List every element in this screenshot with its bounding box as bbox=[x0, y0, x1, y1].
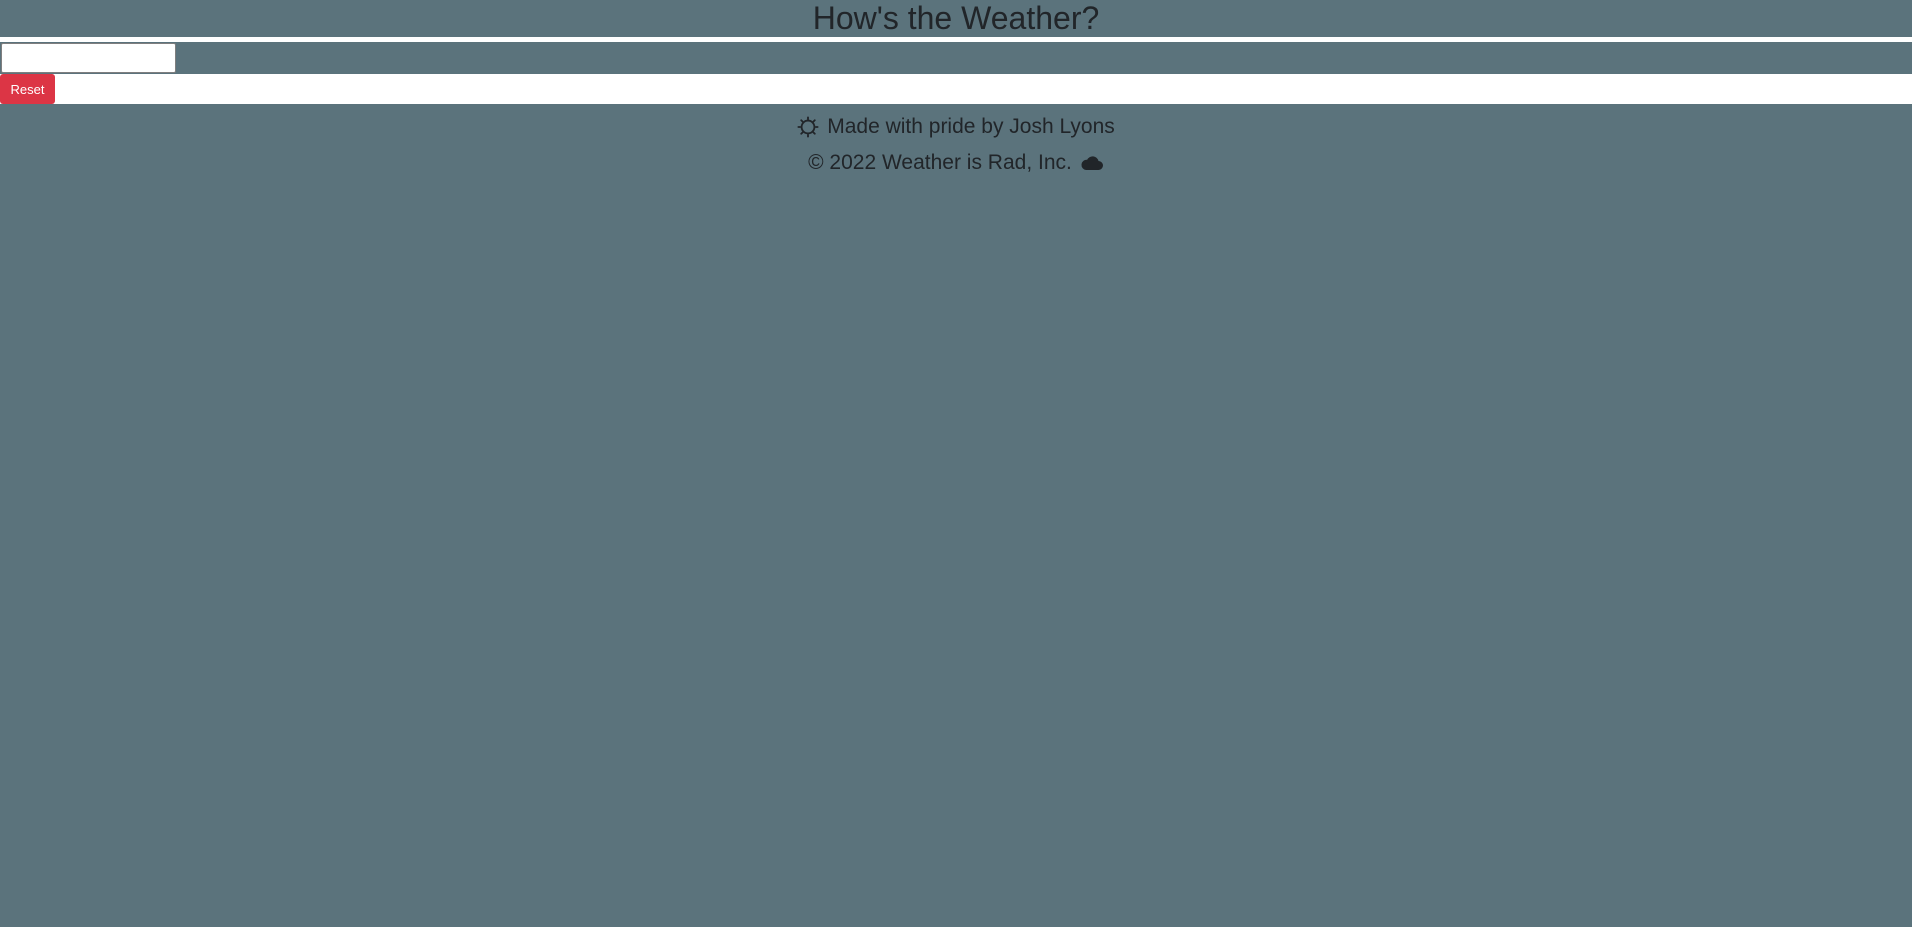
cloud-icon bbox=[1080, 153, 1104, 173]
search-button[interactable] bbox=[181, 49, 209, 67]
footer-copyright: © 2022 Weather is Rad, Inc. bbox=[0, 145, 1912, 181]
search-row bbox=[0, 42, 1912, 74]
footer-credit: Made with pride by Josh Lyons bbox=[0, 109, 1912, 145]
footer: Made with pride by Josh Lyons © 2022 Wea… bbox=[0, 104, 1912, 181]
search-input[interactable] bbox=[1, 43, 176, 73]
page-title: How's the Weather? bbox=[812, 0, 1100, 36]
credit-text: Made with pride by Josh Lyons bbox=[827, 115, 1115, 138]
copyright-text: © 2022 Weather is Rad, Inc. bbox=[808, 151, 1072, 174]
reset-button[interactable]: Reset bbox=[0, 74, 55, 104]
reset-row: Reset bbox=[0, 74, 1912, 104]
sun-icon bbox=[797, 116, 819, 138]
page-header: How's the Weather? bbox=[0, 0, 1912, 37]
